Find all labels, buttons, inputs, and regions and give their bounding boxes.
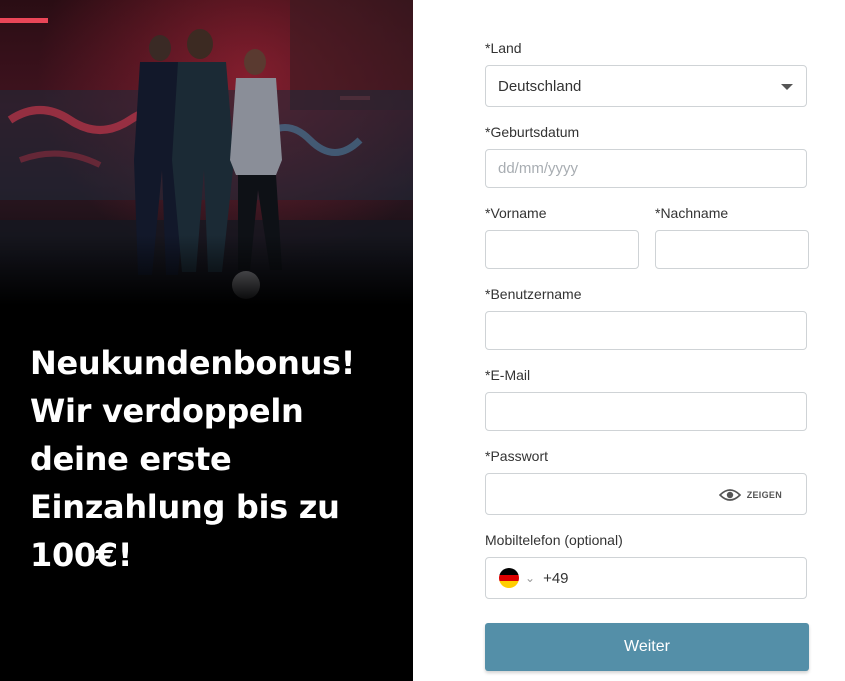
firstname-input[interactable] xyxy=(486,231,638,268)
email-label: *E-Mail xyxy=(485,367,531,383)
firstname-label: *Vorname xyxy=(485,205,547,221)
country-value: Deutschland xyxy=(498,78,582,95)
birthdate-input[interactable] xyxy=(486,150,806,187)
show-password-toggle[interactable]: ZEIGEN xyxy=(718,474,782,516)
germany-flag-icon xyxy=(499,568,519,588)
promo-headline-line: 100€! xyxy=(30,536,133,574)
email-field[interactable] xyxy=(485,392,807,431)
username-input[interactable] xyxy=(486,312,806,349)
username-label: *Benutzername xyxy=(485,286,582,302)
chevron-down-icon xyxy=(781,84,793,90)
promo-headline-line: Wir verdoppeln xyxy=(30,392,304,430)
phone-field[interactable]: ⌄ +49 xyxy=(485,557,807,599)
country-label: *Land xyxy=(485,40,522,56)
password-input[interactable] xyxy=(486,474,706,514)
promo-headline: Neukundenbonus! Wir verdoppeln deine ers… xyxy=(30,339,390,579)
chevron-down-icon: ⌄ xyxy=(525,571,536,585)
username-field[interactable] xyxy=(485,311,807,350)
promo-headline-line: deine erste xyxy=(30,440,232,478)
dial-code: +49 xyxy=(543,569,569,587)
country-code-select[interactable]: ⌄ +49 xyxy=(499,568,569,588)
phone-label: Mobiltelefon (optional) xyxy=(485,532,623,548)
lastname-label: *Nachname xyxy=(655,205,729,221)
hero-image xyxy=(0,0,413,305)
firstname-field[interactable] xyxy=(485,230,639,269)
promo-panel: Neukundenbonus! Wir verdoppeln deine ers… xyxy=(0,0,413,681)
eye-icon xyxy=(718,489,741,501)
password-label: *Passwort xyxy=(485,448,549,464)
password-field[interactable]: ZEIGEN xyxy=(485,473,807,515)
show-password-label: ZEIGEN xyxy=(746,490,782,500)
submit-button[interactable]: Weiter xyxy=(485,623,809,671)
lastname-input[interactable] xyxy=(656,231,808,268)
promo-headline-line: Einzahlung bis zu xyxy=(30,488,340,526)
promo-headline-line: Neukundenbonus! xyxy=(30,344,356,382)
lastname-field[interactable] xyxy=(655,230,809,269)
country-select[interactable]: Deutschland xyxy=(485,65,807,107)
email-input[interactable] xyxy=(486,393,806,430)
birthdate-field[interactable] xyxy=(485,149,807,188)
birthdate-label: *Geburtsdatum xyxy=(485,124,580,140)
